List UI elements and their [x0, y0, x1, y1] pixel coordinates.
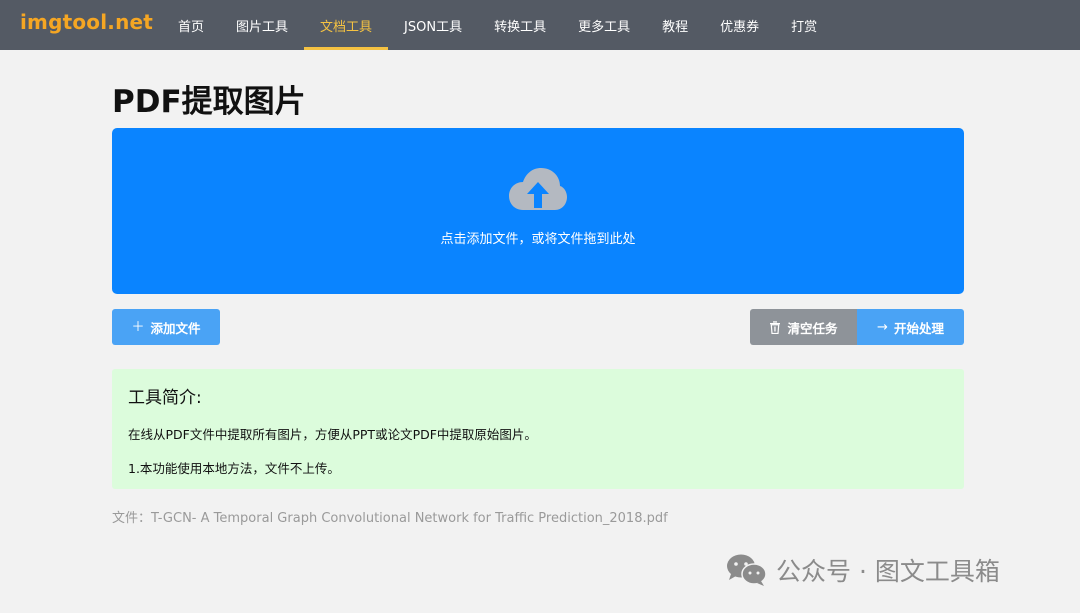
- nav-item-image-tools[interactable]: 图片工具: [220, 0, 304, 50]
- nav-item-donate[interactable]: 打赏: [775, 0, 833, 50]
- wechat-icon: [727, 554, 767, 586]
- trash-icon: [770, 320, 781, 334]
- intro-title: 工具简介:: [128, 388, 202, 408]
- site-logo[interactable]: imgtool.net: [20, 10, 153, 34]
- dropzone-hint: 点击添加文件，或将文件拖到此处: [440, 232, 636, 247]
- file-name: T-GCN- A Temporal Graph Convolutional Ne…: [151, 511, 668, 526]
- arrow-right-icon: →: [877, 319, 888, 335]
- tool-intro-panel: 工具简介: 在线从PDF文件中提取所有图片，方便从PPT或论文PDF中提取原始图…: [112, 369, 964, 489]
- file-label: 文件：: [112, 511, 152, 526]
- clear-tasks-label: 清空任务: [787, 320, 838, 336]
- nav-item-convert-tools[interactable]: 转换工具: [478, 0, 562, 50]
- intro-description: 在线从PDF文件中提取所有图片，方便从PPT或论文PDF中提取原始图片。: [128, 427, 537, 442]
- nav-item-tutorials[interactable]: 教程: [646, 0, 704, 50]
- top-navbar: imgtool.net 首页 图片工具 文档工具 JSON工具 转换工具 更多工…: [0, 0, 1080, 50]
- start-processing-label: 开始处理: [893, 320, 944, 336]
- cloud-upload-icon: [509, 168, 567, 210]
- start-processing-button[interactable]: → 开始处理: [857, 309, 964, 345]
- nav-item-document-tools[interactable]: 文档工具: [304, 0, 389, 50]
- clear-tasks-button[interactable]: 清空任务: [750, 309, 857, 345]
- watermark-text: 公众号 · 图文工具箱: [776, 557, 1000, 586]
- add-file-button[interactable]: ＋ 添加文件: [112, 309, 220, 345]
- nav-item-more-tools[interactable]: 更多工具: [562, 0, 646, 50]
- main-nav: 首页 图片工具 文档工具 JSON工具 转换工具 更多工具 教程 优惠券 打赏: [162, 0, 833, 50]
- nav-item-home[interactable]: 首页: [162, 0, 220, 50]
- upload-dropzone[interactable]: 点击添加文件，或将文件拖到此处: [112, 128, 964, 294]
- nav-item-coupons[interactable]: 优惠券: [704, 0, 775, 50]
- plus-icon: ＋: [131, 319, 145, 335]
- nav-item-json-tools[interactable]: JSON工具: [388, 0, 478, 50]
- watermark: 公众号 · 图文工具箱: [726, 552, 1000, 588]
- add-file-label: 添加文件: [150, 320, 201, 336]
- intro-note: 1.本功能使用本地方法，文件不上传。: [128, 461, 340, 476]
- current-file: 文件：T-GCN- A Temporal Graph Convolutional…: [112, 507, 668, 526]
- page-title: PDF提取图片: [112, 84, 306, 120]
